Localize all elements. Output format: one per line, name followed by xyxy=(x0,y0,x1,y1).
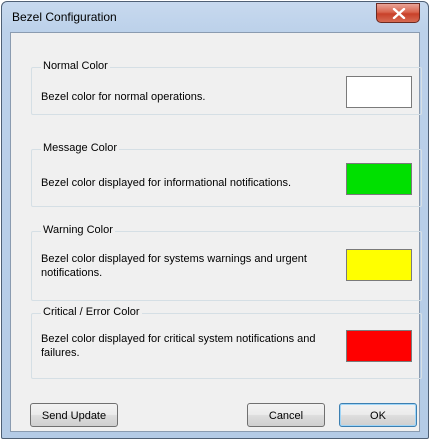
warning-color-group: Warning Color Bezel color displayed for … xyxy=(31,224,422,301)
message-color-description: Bezel color displayed for informational … xyxy=(41,177,292,189)
title-bar[interactable]: Bezel Configuration xyxy=(2,2,428,32)
dialog-client-area: Normal Color Bezel color for normal oper… xyxy=(10,32,422,432)
critical-error-color-description: Bezel color displayed for critical syste… xyxy=(41,333,316,359)
critical-error-color-group: Critical / Error Color Bezel color displ… xyxy=(31,306,422,379)
normal-color-description: Bezel color for normal operations. xyxy=(41,91,206,103)
critical-error-color-swatch[interactable] xyxy=(346,330,412,362)
message-color-group: Message Color Bezel color displayed for … xyxy=(31,142,422,207)
close-icon xyxy=(392,8,406,19)
ok-button[interactable]: OK xyxy=(339,403,417,427)
send-update-button[interactable]: Send Update xyxy=(30,403,118,427)
message-color-swatch[interactable] xyxy=(346,163,412,195)
bezel-configuration-dialog: Bezel Configuration Normal Color Bezel c… xyxy=(1,1,429,439)
dialog-title: Bezel Configuration xyxy=(12,10,117,24)
normal-color-group-title: Normal Color xyxy=(41,60,110,72)
cancel-button[interactable]: Cancel xyxy=(247,403,325,427)
warning-color-swatch[interactable] xyxy=(346,249,412,281)
critical-error-color-group-title: Critical / Error Color xyxy=(41,306,142,318)
close-button[interactable] xyxy=(376,3,420,23)
normal-color-group: Normal Color Bezel color for normal oper… xyxy=(31,60,422,115)
message-color-group-title: Message Color xyxy=(41,142,119,154)
warning-color-group-title: Warning Color xyxy=(41,224,115,236)
normal-color-swatch[interactable] xyxy=(346,76,412,108)
warning-color-description: Bezel color displayed for systems warnin… xyxy=(41,253,307,279)
